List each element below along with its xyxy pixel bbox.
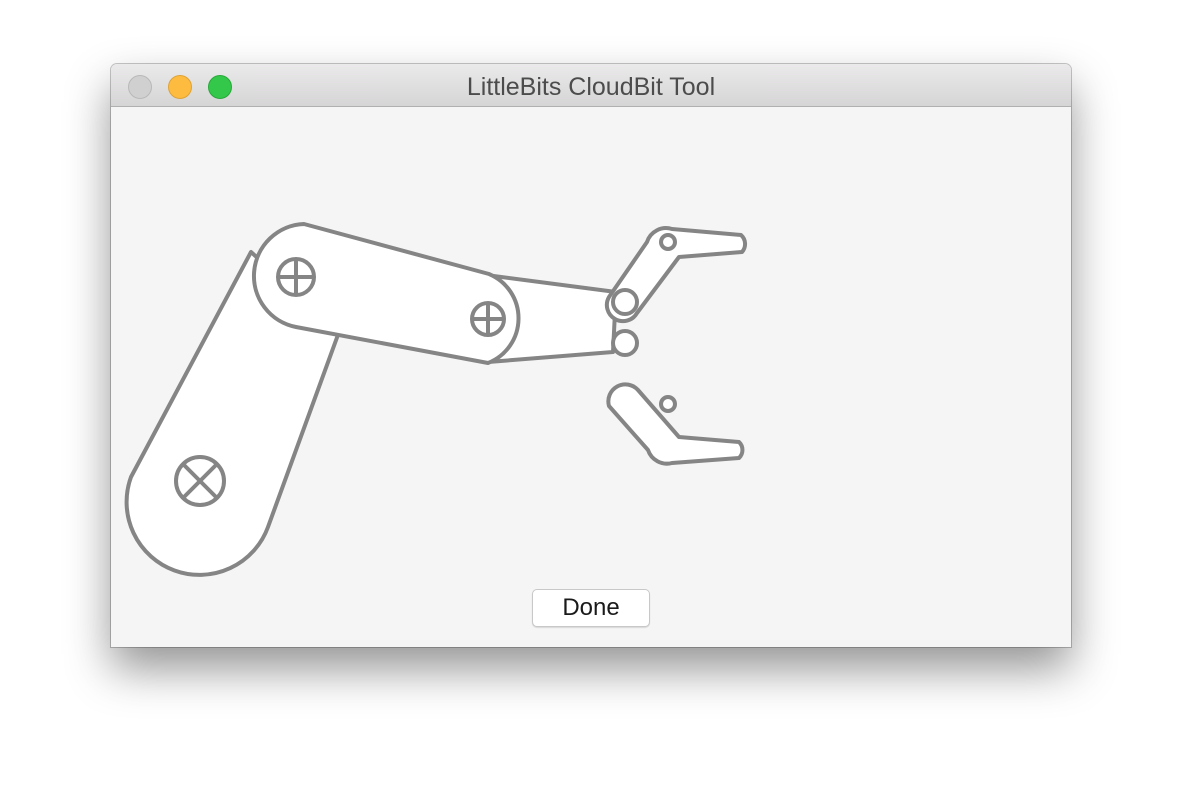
window-title: LittleBits CloudBit Tool	[466, 73, 716, 101]
claw-pivot-upper-icon	[611, 288, 639, 316]
claw-tip-upper-icon	[659, 233, 677, 251]
lower-claw	[606, 382, 745, 466]
claw-tip-lower-icon	[659, 395, 677, 413]
robot-arm-icon	[124, 222, 748, 577]
app-window: LittleBits CloudBit Tool Done	[111, 64, 1071, 647]
done-button[interactable]: Done	[532, 589, 650, 627]
claw-pivot-lower-icon	[611, 329, 639, 357]
window-content: Done	[111, 107, 1071, 647]
title-bar[interactable]: LittleBits CloudBit Tool	[111, 64, 1071, 107]
